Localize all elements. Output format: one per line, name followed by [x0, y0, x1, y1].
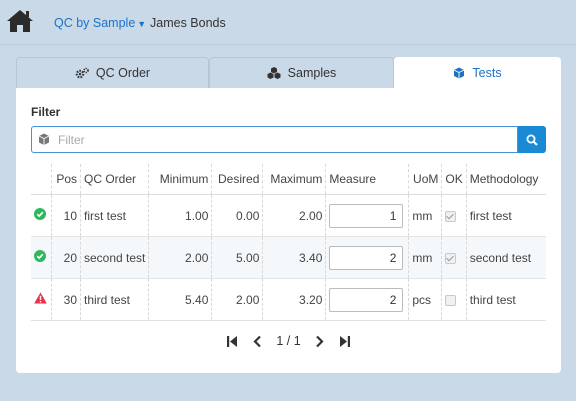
- column-header-maximum: Maximum: [262, 164, 326, 195]
- cubes-icon: [267, 67, 281, 79]
- cell-pos: 30: [51, 278, 81, 321]
- cell-minimum: 5.40: [148, 278, 212, 321]
- cell-methodology: first test: [465, 194, 546, 237]
- cell-measure: [325, 236, 409, 279]
- warning-triangle-icon: [34, 292, 47, 304]
- measure-input[interactable]: [329, 203, 404, 228]
- tab-bar: QC Order Samples Tests: [16, 57, 561, 88]
- chevron-down-icon: ▼: [137, 19, 147, 29]
- cell-maximum: 3.20: [262, 278, 326, 321]
- last-page-icon: [339, 335, 351, 348]
- cell-ok: [441, 278, 467, 321]
- chevron-left-icon: [252, 335, 262, 348]
- check-circle-icon: [34, 250, 46, 262]
- table-header-row: Pos QC Order Minimum Desired Maximum Mea…: [31, 164, 546, 195]
- last-page-button[interactable]: [339, 335, 351, 348]
- column-header-measure: Measure: [325, 164, 409, 195]
- previous-page-button[interactable]: [252, 335, 262, 348]
- ok-checkbox[interactable]: [445, 210, 457, 222]
- breadcrumb-dropdown[interactable]: QC by Sample ▼: [54, 16, 146, 30]
- cell-pos: 20: [51, 236, 81, 279]
- ok-checkbox[interactable]: [445, 294, 457, 306]
- status-cell: [31, 236, 52, 279]
- cell-methodology: third test: [465, 278, 546, 321]
- column-header-methodology: Methodology: [465, 164, 546, 195]
- search-button[interactable]: [518, 126, 546, 153]
- tab-samples[interactable]: Samples: [209, 57, 394, 88]
- first-page-button[interactable]: [226, 335, 238, 348]
- tab-samples-label: Samples: [287, 66, 337, 80]
- tests-panel: Filter Pos QC Order Minimum Desired Maxi…: [16, 88, 561, 373]
- home-icon[interactable]: [6, 8, 34, 36]
- cube-icon: [38, 133, 50, 149]
- cell-maximum: 3.40: [262, 236, 326, 279]
- cell-methodology: second test: [465, 236, 546, 279]
- column-header-qc-order: QC Order: [79, 164, 149, 195]
- measure-input[interactable]: [329, 245, 404, 270]
- pagination: 1 / 1: [16, 330, 561, 352]
- status-cell: [31, 194, 52, 237]
- cell-qc-order: first test: [79, 194, 149, 237]
- cogs-icon: [75, 67, 89, 79]
- tab-qc-order-label: QC Order: [95, 66, 151, 80]
- cell-qc-order: third test: [79, 278, 149, 321]
- tab-qc-order[interactable]: QC Order: [16, 57, 209, 88]
- cube-icon: [453, 67, 465, 79]
- search-icon: [526, 134, 538, 146]
- cell-measure: [325, 278, 409, 321]
- filter-label: Filter: [31, 105, 61, 119]
- first-page-icon: [226, 335, 238, 348]
- column-header-uom: UoM: [408, 164, 442, 195]
- column-header-pos: Pos: [51, 164, 81, 195]
- cell-uom: pcs: [408, 278, 442, 321]
- status-column-header: [31, 164, 52, 195]
- cell-minimum: 2.00: [148, 236, 212, 279]
- cell-uom: mm: [408, 194, 442, 237]
- cell-minimum: 1.00: [148, 194, 212, 237]
- tab-tests-label: Tests: [472, 66, 502, 80]
- column-header-desired: Desired: [211, 164, 263, 195]
- column-header-minimum: Minimum: [148, 164, 212, 195]
- page-info: 1 / 1: [276, 334, 301, 348]
- table-row[interactable]: 30 third test 5.40 2.00 3.20 pcs third t…: [31, 278, 546, 321]
- next-page-button[interactable]: [315, 335, 325, 348]
- ok-checkbox[interactable]: [445, 252, 457, 264]
- measure-input[interactable]: [329, 287, 404, 312]
- user-name: James Bonds: [150, 16, 226, 30]
- cell-uom: mm: [408, 236, 442, 279]
- cell-desired: 0.00: [211, 194, 263, 237]
- breadcrumb-label: QC by Sample: [54, 16, 136, 30]
- chevron-right-icon: [315, 335, 325, 348]
- column-header-ok: OK: [441, 164, 467, 195]
- cell-pos: 10: [51, 194, 81, 237]
- tests-table: Pos QC Order Minimum Desired Maximum Mea…: [31, 164, 546, 321]
- cell-qc-order: second test: [79, 236, 149, 279]
- tab-tests[interactable]: Tests: [394, 57, 561, 88]
- cell-measure: [325, 194, 409, 237]
- check-circle-icon: [34, 208, 46, 220]
- status-cell: [31, 278, 52, 321]
- top-bar: QC by Sample ▼ James Bonds: [0, 0, 576, 45]
- cell-desired: 5.00: [211, 236, 263, 279]
- filter-box: [31, 126, 518, 153]
- filter-input[interactable]: [58, 130, 508, 149]
- table-row[interactable]: 20 second test 2.00 5.00 3.40 mm second …: [31, 236, 546, 279]
- cell-ok: [441, 194, 467, 237]
- table-row[interactable]: 10 first test 1.00 0.00 2.00 mm first te…: [31, 194, 546, 237]
- cell-maximum: 2.00: [262, 194, 326, 237]
- cell-desired: 2.00: [211, 278, 263, 321]
- cell-ok: [441, 236, 467, 279]
